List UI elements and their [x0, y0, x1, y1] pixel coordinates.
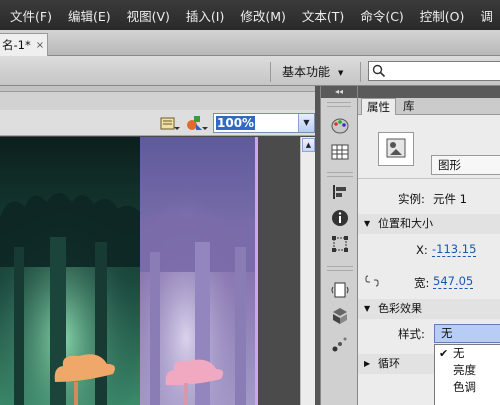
workspace-label: 基本功能 [282, 64, 331, 79]
motion-presets-icon[interactable] [330, 334, 350, 354]
menu-insert[interactable]: 插入(I) [178, 6, 232, 25]
option-label: 亮度 [453, 363, 476, 377]
panel-caption [358, 86, 500, 98]
transform-icon[interactable] [330, 234, 350, 254]
chevron-down-icon: ▼ [364, 219, 371, 228]
dropdown-option-brightness[interactable]: 亮度 [435, 362, 500, 379]
instance-value: 元件 1 [433, 192, 467, 206]
tab-library[interactable]: 库 [398, 98, 420, 115]
x-field[interactable]: -113.15 [432, 243, 477, 257]
chevron-down-icon: ▼ [338, 68, 344, 77]
option-label: 色调 [453, 380, 476, 394]
help-search-input[interactable] [368, 61, 500, 81]
document-tab-title: 名-1* [2, 38, 31, 52]
color-style-select[interactable]: 无 [434, 324, 500, 343]
section-color-effect[interactable]: ▼ 色彩效果 [358, 299, 500, 319]
menu-file[interactable]: 文件(F) [0, 6, 60, 25]
document-tab[interactable]: 名-1* × [0, 33, 48, 56]
symbol-type-select[interactable]: 图形 [431, 155, 500, 175]
edit-symbols-icon[interactable] [186, 114, 208, 132]
chevron-right-icon: ▶ [364, 359, 371, 368]
menu-bar: 文件(F) 编辑(E) 视图(V) 插入(I) 修改(M) 文本(T) 命令(C… [0, 0, 500, 30]
grip-handle[interactable] [327, 172, 353, 177]
color-palette-icon[interactable] [330, 116, 350, 136]
edit-scene-icon[interactable] [160, 115, 180, 132]
edit-bar: 100% ▼ [0, 110, 315, 136]
section-title: 色彩效果 [378, 302, 422, 315]
menu-view[interactable]: 视图(V) [119, 6, 178, 25]
stage-canvas[interactable] [0, 137, 300, 405]
close-icon[interactable]: × [36, 40, 44, 51]
align-icon[interactable] [330, 182, 350, 202]
forest-artwork [0, 137, 300, 405]
collapse-icon[interactable]: ◂◂ [321, 86, 357, 98]
panel-tabs: 属性 库 [358, 98, 500, 115]
chevron-down-icon: ▼ [364, 304, 371, 313]
dropdown-option-tint[interactable]: 色调 [435, 379, 500, 396]
menu-text[interactable]: 文本(T) [294, 6, 352, 25]
components-icon[interactable] [330, 306, 350, 326]
stage-header-strip [0, 86, 315, 92]
info-icon[interactable] [330, 208, 350, 228]
dropdown-option-none[interactable]: ✔ 无 [435, 345, 500, 362]
document-tab-bar: 名-1* × [0, 30, 500, 56]
grip-handle[interactable] [327, 102, 351, 107]
panel-icon-column: ◂◂ [320, 86, 358, 405]
workspace-switcher[interactable]: 基本功能 ▼ [282, 56, 343, 86]
zoom-value: 100% [216, 116, 256, 130]
checkmark-icon: ✔ [439, 347, 449, 360]
instance-label: 实例: [398, 192, 425, 206]
link-dimensions-icon[interactable] [365, 274, 379, 288]
menu-debug[interactable]: 调 [472, 6, 500, 25]
search-icon [372, 64, 386, 78]
menu-modify[interactable]: 修改(M) [232, 6, 294, 25]
separator [270, 62, 271, 82]
stage-scrollbar[interactable]: ▲ [300, 137, 315, 405]
menu-edit[interactable]: 编辑(E) [60, 6, 119, 25]
grid-icon[interactable] [330, 142, 350, 162]
divider [358, 178, 500, 179]
menu-commands[interactable]: 命令(C) [352, 6, 411, 25]
grip-handle[interactable] [327, 266, 353, 271]
width-field[interactable]: 547.05 [433, 275, 474, 289]
scroll-up-icon[interactable]: ▲ [302, 138, 315, 152]
option-label: 无 [453, 346, 465, 360]
separator [360, 62, 361, 82]
style-dropdown-list: ✔ 无 亮度 色调 [434, 344, 500, 405]
graphic-symbol-icon [386, 138, 406, 158]
zoom-select[interactable]: 100% ▼ [213, 113, 315, 133]
chevron-down-icon[interactable]: ▼ [298, 114, 314, 132]
x-label: X: [416, 243, 428, 257]
workspace-bar: 基本功能 ▼ [0, 56, 500, 86]
menu-control[interactable]: 控制(O) [412, 6, 473, 25]
section-title: 位置和大小 [378, 217, 433, 230]
width-label: 宽: [414, 276, 430, 290]
section-title: 循环 [378, 357, 400, 370]
tab-properties[interactable]: 属性 [361, 98, 396, 115]
section-position-size[interactable]: ▼ 位置和大小 [358, 214, 500, 234]
style-label: 样式: [398, 327, 425, 341]
symbol-thumbnail [378, 132, 414, 166]
code-snippets-icon[interactable] [330, 280, 350, 300]
